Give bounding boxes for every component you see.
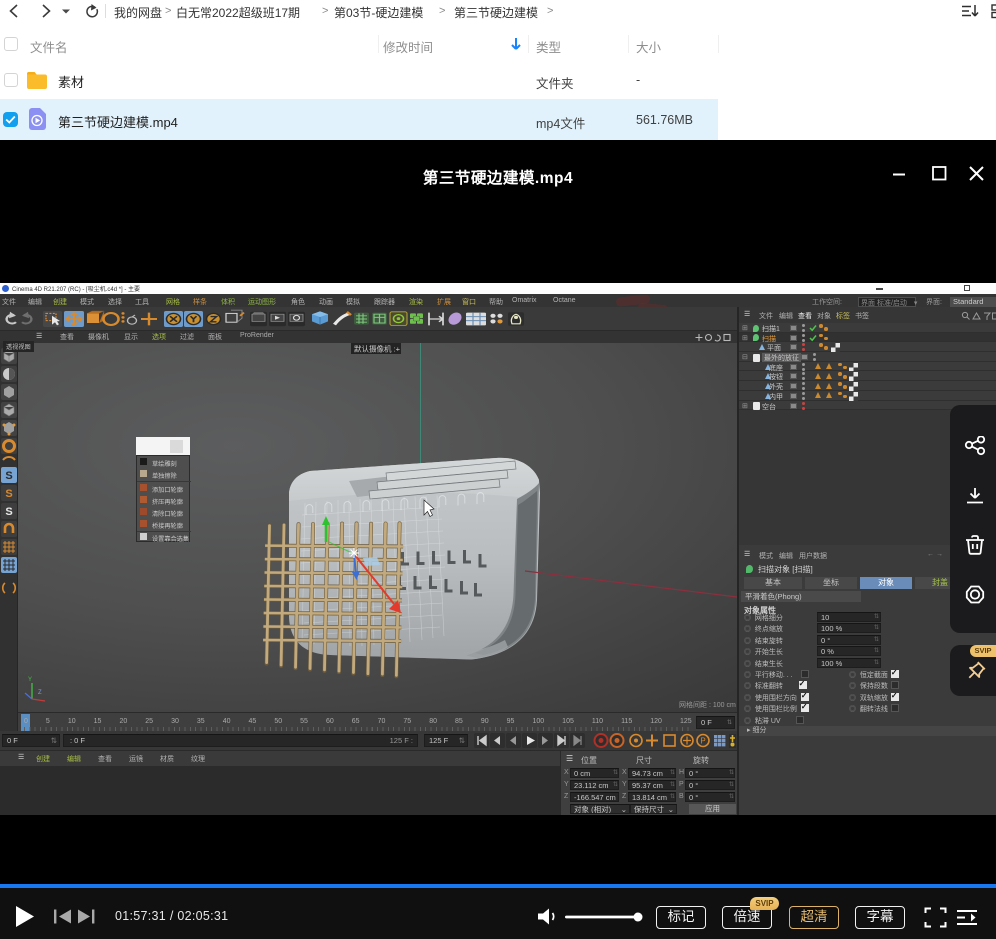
svg-text:S: S — [5, 506, 12, 518]
svg-text:默认摄像机 :+: 默认摄像机 :+ — [354, 344, 401, 354]
svg-text:S: S — [5, 470, 12, 482]
svg-text:P: P — [700, 737, 705, 746]
svg-text:网格间距 : 100 cm: 网格间距 : 100 cm — [679, 700, 736, 709]
svg-text:Z: Z — [38, 690, 42, 696]
svg-text:Y: Y — [28, 677, 32, 683]
svg-text:S: S — [5, 488, 12, 500]
